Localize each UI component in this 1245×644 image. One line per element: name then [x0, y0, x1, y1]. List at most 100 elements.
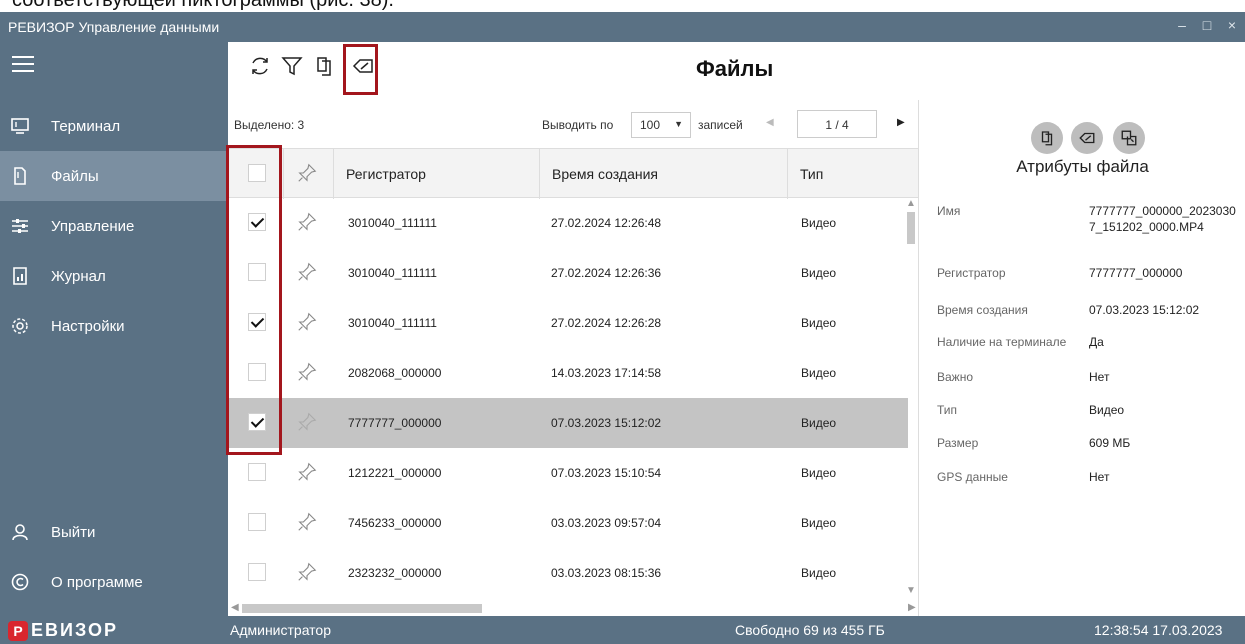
scroll-thumb[interactable] — [907, 212, 915, 244]
cell-registrar: 3010040_111111 — [348, 216, 437, 230]
cell-registrar: 2082068_000000 — [348, 366, 442, 380]
status-datetime: 12:38:54 17.03.2023 — [1094, 622, 1223, 638]
export-file-button[interactable] — [1113, 122, 1145, 154]
attr-name-label: Имя — [937, 204, 961, 218]
table-row-selected[interactable]: 7777777_000000 07.03.2023 15:12:02 Видео — [228, 398, 908, 448]
records-label: записей — [698, 118, 743, 132]
cell-created: 27.02.2024 12:26:28 — [551, 316, 662, 330]
row-checkbox[interactable] — [248, 513, 266, 531]
scroll-thumb[interactable] — [242, 604, 482, 613]
scroll-down-icon[interactable]: ▼ — [906, 585, 916, 596]
attr-created-value: 07.03.2023 15:12:02 — [1089, 303, 1200, 317]
pin-icon[interactable] — [296, 162, 318, 184]
pin-icon[interactable] — [296, 561, 318, 583]
sidebar-item-control[interactable]: Управление — [0, 201, 228, 251]
erase-icon — [1079, 132, 1095, 144]
export-icon — [1121, 130, 1137, 146]
cell-type: Видео — [801, 266, 837, 280]
column-created[interactable]: Время создания — [540, 149, 788, 199]
user-icon — [10, 523, 30, 541]
cell-created: 03.03.2023 09:57:04 — [551, 516, 662, 530]
status-free-space: Свободно 69 из 455 ГБ — [735, 622, 885, 638]
attr-gps-label: GPS данные — [937, 470, 1008, 484]
table-row[interactable]: 2323232_000000 03.03.2023 08:15:36 Видео — [228, 548, 908, 598]
page-title: Файлы — [696, 56, 774, 81]
attr-type-label: Тип — [937, 403, 958, 417]
pin-icon[interactable] — [296, 211, 318, 233]
table-row[interactable]: 3010040_111111 27.02.2024 12:26:48 Видео — [228, 198, 908, 248]
cell-registrar: 7456233_000000 — [348, 516, 442, 530]
attr-type-value: Видео — [1089, 403, 1125, 417]
sidebar-item-label: Терминал — [51, 117, 121, 135]
cell-type: Видео — [801, 516, 837, 530]
cell-created: 14.03.2023 17:14:58 — [551, 366, 662, 380]
column-registrar[interactable]: Регистратор — [334, 149, 540, 199]
row-checkbox[interactable] — [248, 463, 266, 481]
pin-icon[interactable] — [296, 461, 318, 483]
menu-icon[interactable] — [12, 56, 34, 72]
selected-count: Выделено: 3 — [234, 118, 305, 132]
file-icon — [10, 167, 30, 185]
page-indicator[interactable]: 1 / 4 — [797, 110, 877, 138]
sidebar-item-label: Управление — [51, 217, 135, 235]
scroll-left-icon[interactable]: ◀ — [231, 602, 239, 613]
table-row[interactable]: 3010040_111111 27.02.2024 12:26:28 Видео — [228, 298, 908, 348]
next-page-icon[interactable]: ▶ — [897, 117, 905, 128]
sidebar-item-settings[interactable]: Настройки — [0, 301, 228, 351]
column-type[interactable]: Тип — [788, 149, 918, 199]
sidebar-item-label: Файлы — [51, 167, 99, 185]
copy-file-button[interactable] — [1031, 122, 1063, 154]
vertical-scrollbar[interactable]: ▲ ▼ — [904, 195, 918, 605]
maximize-icon[interactable]: □ — [1197, 17, 1217, 33]
table-row[interactable]: 7456233_000000 03.03.2023 09:57:04 Видео — [228, 498, 908, 548]
close-icon[interactable]: × — [1222, 17, 1242, 33]
cell-registrar: 3010040_111111 — [348, 316, 437, 330]
pin-icon[interactable] — [296, 411, 318, 433]
filter-icon[interactable] — [280, 54, 304, 78]
logout-label: Выйти — [51, 523, 96, 541]
scroll-right-icon[interactable]: ▶ — [908, 602, 916, 613]
sidebar-item-files[interactable]: Файлы — [0, 151, 228, 201]
about-button[interactable]: О программе — [0, 557, 228, 607]
refresh-icon[interactable] — [248, 54, 272, 78]
scroll-up-icon[interactable]: ▲ — [906, 198, 916, 209]
monitor-icon — [10, 118, 30, 134]
chevron-down-icon: ▼ — [674, 119, 683, 129]
app-logo: Р ЕВИЗОР — [8, 620, 118, 641]
sidebar-item-terminal[interactable]: Терминал — [0, 101, 228, 151]
logout-button[interactable]: Выйти — [0, 507, 228, 557]
attr-gps-value: Нет — [1089, 470, 1110, 484]
erase-file-button[interactable] — [1071, 122, 1103, 154]
logo-text: ЕВИЗОР — [31, 620, 118, 640]
pin-icon[interactable] — [296, 311, 318, 333]
attr-size-value: 609 МБ — [1089, 436, 1131, 450]
pin-icon[interactable] — [296, 361, 318, 383]
cell-created: 27.02.2024 12:26:48 — [551, 216, 662, 230]
minimize-icon[interactable]: – — [1172, 17, 1192, 33]
title-bar: РЕВИЗОР Управление данными – □ × — [0, 12, 1245, 42]
table-row[interactable]: 3010040_111111 27.02.2024 12:26:36 Видео — [228, 248, 908, 298]
table-row[interactable]: 2082068_000000 14.03.2023 17:14:58 Видео — [228, 348, 908, 398]
copy-icon — [1041, 131, 1053, 146]
horizontal-scrollbar[interactable]: ◀ ▶ — [228, 601, 918, 616]
table-row[interactable]: 1212221_000000 07.03.2023 15:10:54 Видео — [228, 448, 908, 498]
prev-page-icon[interactable]: ◀ — [766, 117, 774, 128]
attr-registrar-label: Регистратор — [937, 266, 1006, 280]
pin-icon[interactable] — [296, 261, 318, 283]
copyright-icon — [10, 573, 30, 591]
cell-created: 27.02.2024 12:26:36 — [551, 266, 662, 280]
pin-icon[interactable] — [296, 511, 318, 533]
caption-text: соответствующей пиктограммы (рис. 38). — [12, 0, 394, 11]
sidebar-item-journal[interactable]: Журнал — [0, 251, 228, 301]
report-icon — [10, 267, 30, 285]
copy-icon[interactable] — [312, 54, 336, 78]
per-page-select[interactable]: 100 ▼ — [631, 112, 691, 138]
table-header: Регистратор Время создания Тип — [228, 148, 918, 199]
cell-registrar: 7777777_000000 — [348, 416, 442, 430]
attr-size-label: Размер — [937, 436, 979, 450]
files-table: Регистратор Время создания Тип 3010040_1… — [228, 148, 918, 616]
row-checkbox[interactable] — [248, 563, 266, 581]
window-title: РЕВИЗОР Управление данными — [8, 19, 220, 35]
cell-type: Видео — [801, 366, 837, 380]
cell-type: Видео — [801, 316, 837, 330]
